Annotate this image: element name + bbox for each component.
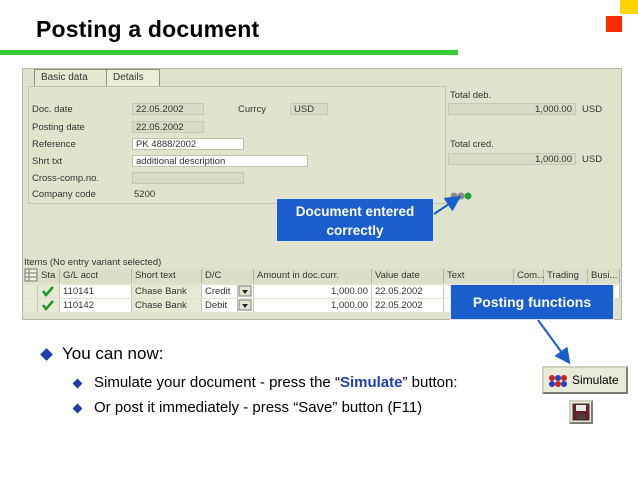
bullet-simulate-before: Simulate your document - press the “ [94,374,340,391]
simulate-button[interactable]: Simulate [542,366,628,394]
simulate-button-label: Simulate [572,373,619,387]
save-button[interactable] [569,400,593,424]
floppy-disk-icon [572,403,590,421]
bullet-save-text: Or post it immediately - press “Save” bu… [94,399,423,416]
bullet-simulate-highlight: Simulate [339,374,403,391]
arrow-to-simulate [537,319,571,365]
bullet-main-text: You can now: [62,344,164,363]
simulate-icon [549,375,567,387]
arrow-to-status [433,195,462,215]
bullet-simulate-after: ” button: [402,374,458,391]
bullet-simulate-text: Simulate your document - press the “Simu… [94,374,458,391]
